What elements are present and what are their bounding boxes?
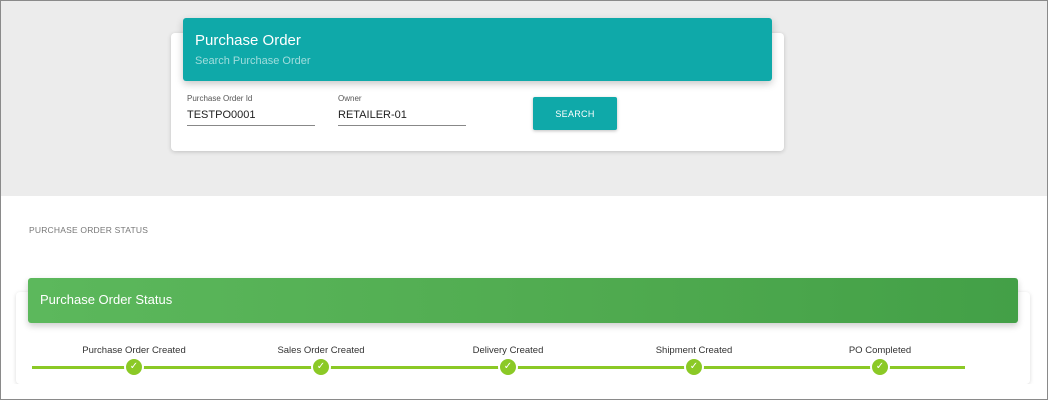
step-shipment-created: Shipment Created ✓: [614, 345, 774, 377]
status-card-title: Purchase Order Status: [40, 292, 173, 307]
search-button[interactable]: SEARCH: [533, 97, 617, 130]
search-card-header: Purchase Order Search Purchase Order: [183, 18, 772, 81]
check-icon: ✓: [124, 357, 144, 377]
owner-input[interactable]: [338, 109, 466, 126]
check-icon: ✓: [684, 357, 704, 377]
step-label: Delivery Created: [472, 345, 544, 356]
step-label: PO Completed: [848, 345, 912, 356]
purchase-order-id-input[interactable]: [187, 109, 315, 126]
search-card-title: Purchase Order: [195, 32, 301, 49]
owner-label: Owner: [338, 94, 362, 103]
step-purchase-order-created: Purchase Order Created ✓: [54, 345, 214, 377]
step-delivery-created: Delivery Created ✓: [428, 345, 588, 377]
bottom-edge: [0, 384, 1048, 400]
search-card-subtitle: Search Purchase Order: [195, 55, 311, 67]
status-section-label: PURCHASE ORDER STATUS: [29, 225, 149, 235]
purchase-order-id-label: Purchase Order Id: [187, 94, 253, 103]
step-po-completed: PO Completed ✓: [800, 345, 960, 377]
step-label: Sales Order Created: [277, 345, 365, 356]
check-icon: ✓: [311, 357, 331, 377]
step-sales-order-created: Sales Order Created ✓: [241, 345, 401, 377]
step-label: Purchase Order Created: [82, 345, 186, 356]
check-icon: ✓: [498, 357, 518, 377]
status-card-header: Purchase Order Status: [28, 278, 1018, 323]
purchase-order-id-field: Purchase Order Id: [187, 94, 315, 126]
check-icon: ✓: [870, 357, 890, 377]
step-label: Shipment Created: [655, 345, 733, 356]
owner-field: Owner: [338, 94, 466, 126]
